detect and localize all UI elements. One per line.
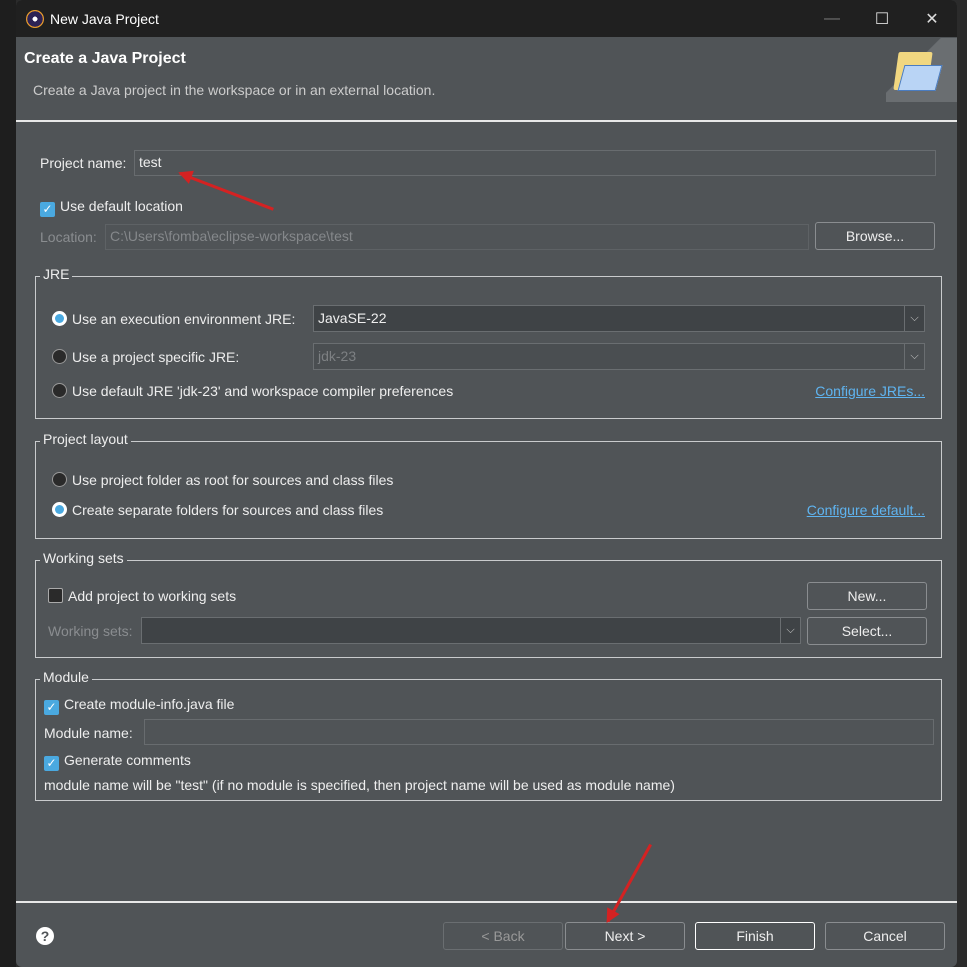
select-value: jdk-23 <box>318 348 357 364</box>
generate-comments-checkbox[interactable]: ✓ Generate comments <box>44 752 191 771</box>
module-name-label: Module name: <box>44 725 133 741</box>
add-to-working-sets-label: Add project to working sets <box>68 588 237 604</box>
finish-button[interactable]: Finish <box>695 922 815 950</box>
new-java-project-dialog: New Java Project — ☐ ✕ Create a Java Pro… <box>16 0 957 967</box>
page-description: Create a Java project in the workspace o… <box>33 82 436 98</box>
generate-comments-label: Generate comments <box>64 752 191 768</box>
jre-group: JRE Use an execution environment JRE: Ja… <box>35 266 942 419</box>
back-button[interactable]: < Back <box>443 922 563 950</box>
project-layout-group: Project layout Use project folder as roo… <box>35 431 942 539</box>
checkbox-checked-icon: ✓ <box>40 202 55 217</box>
working-sets-title: Working sets <box>40 550 127 566</box>
page-title: Create a Java Project <box>24 50 186 67</box>
eclipse-logo-icon <box>26 9 44 28</box>
next-button[interactable]: Next > <box>565 922 685 950</box>
configure-jres-link[interactable]: Configure JREs... <box>815 383 925 399</box>
module-title: Module <box>40 669 92 685</box>
add-to-working-sets-checkbox[interactable]: Add project to working sets <box>48 588 236 604</box>
module-name-input[interactable] <box>144 719 934 745</box>
background-ide <box>0 0 16 967</box>
select-working-sets-button[interactable]: Select... <box>807 617 927 645</box>
radio-project-specific-jre[interactable]: Use a project specific JRE: <box>52 349 239 365</box>
radio-unselected-icon <box>52 383 67 398</box>
radio-selected-icon <box>52 311 67 326</box>
project-specific-jre-select[interactable]: jdk-23 ⌵ <box>313 343 925 370</box>
window-title: New Java Project <box>50 10 159 27</box>
working-sets-select[interactable]: ⌵ <box>141 617 801 644</box>
use-default-location-checkbox[interactable]: ✓ Use default location <box>40 198 183 217</box>
minimize-button[interactable]: — <box>807 0 857 37</box>
select-value: JavaSE-22 <box>318 310 387 326</box>
radio-default-jre[interactable]: Use default JRE 'jdk-23' and workspace c… <box>52 383 453 399</box>
maximize-button[interactable]: ☐ <box>857 0 907 37</box>
radio-separate-folders[interactable]: Create separate folders for sources and … <box>52 502 383 518</box>
chevron-down-icon: ⌵ <box>904 306 924 331</box>
help-icon[interactable]: ? <box>36 927 54 945</box>
header-separator <box>16 120 957 122</box>
location-input[interactable]: C:\Users\fomba\eclipse-workspace\test <box>105 224 809 250</box>
jre-group-title: JRE <box>40 266 73 282</box>
create-module-info-label: Create module-info.java file <box>64 696 235 712</box>
radio-label: Use default JRE 'jdk-23' and workspace c… <box>72 383 454 399</box>
working-sets-group: Working sets Add project to working sets… <box>35 550 942 658</box>
project-name-label: Project name: <box>40 155 127 171</box>
chevron-down-icon: ⌵ <box>780 618 800 643</box>
title-bar: New Java Project — ☐ ✕ <box>16 0 957 37</box>
radio-execution-environment[interactable]: Use an execution environment JRE: <box>52 311 295 327</box>
radio-label: Use project folder as root for sources a… <box>72 472 394 488</box>
radio-project-folder-root[interactable]: Use project folder as root for sources a… <box>52 472 393 488</box>
project-name-input[interactable]: test <box>134 150 936 176</box>
new-working-set-button[interactable]: New... <box>807 582 927 610</box>
close-button[interactable]: ✕ <box>907 0 957 37</box>
location-label: Location: <box>40 229 97 245</box>
browse-button[interactable]: Browse... <box>815 222 935 250</box>
radio-label: Use an execution environment JRE: <box>72 311 296 327</box>
module-info-text: module name will be "test" (if no module… <box>44 777 675 793</box>
working-sets-label: Working sets: <box>48 623 133 639</box>
checkbox-checked-icon: ✓ <box>44 700 59 715</box>
chevron-down-icon: ⌵ <box>904 344 924 369</box>
folder-front-icon <box>897 65 943 91</box>
radio-label: Use a project specific JRE: <box>72 349 240 365</box>
configure-default-link[interactable]: Configure default... <box>807 502 925 518</box>
project-layout-title: Project layout <box>40 431 131 447</box>
radio-unselected-icon <box>52 472 67 487</box>
cancel-button[interactable]: Cancel <box>825 922 945 950</box>
execution-environment-select[interactable]: JavaSE-22 ⌵ <box>313 305 925 332</box>
footer-separator <box>16 901 957 903</box>
module-group: Module ✓ Create module-info.java file Mod… <box>35 669 942 801</box>
use-default-location-label: Use default location <box>60 198 183 214</box>
checkbox-checked-icon: ✓ <box>44 756 59 771</box>
radio-unselected-icon <box>52 349 67 364</box>
create-module-info-checkbox[interactable]: ✓ Create module-info.java file <box>44 696 234 715</box>
checkbox-unchecked-icon <box>48 588 63 603</box>
radio-selected-icon <box>52 502 67 517</box>
radio-label: Create separate folders for sources and … <box>72 502 384 518</box>
